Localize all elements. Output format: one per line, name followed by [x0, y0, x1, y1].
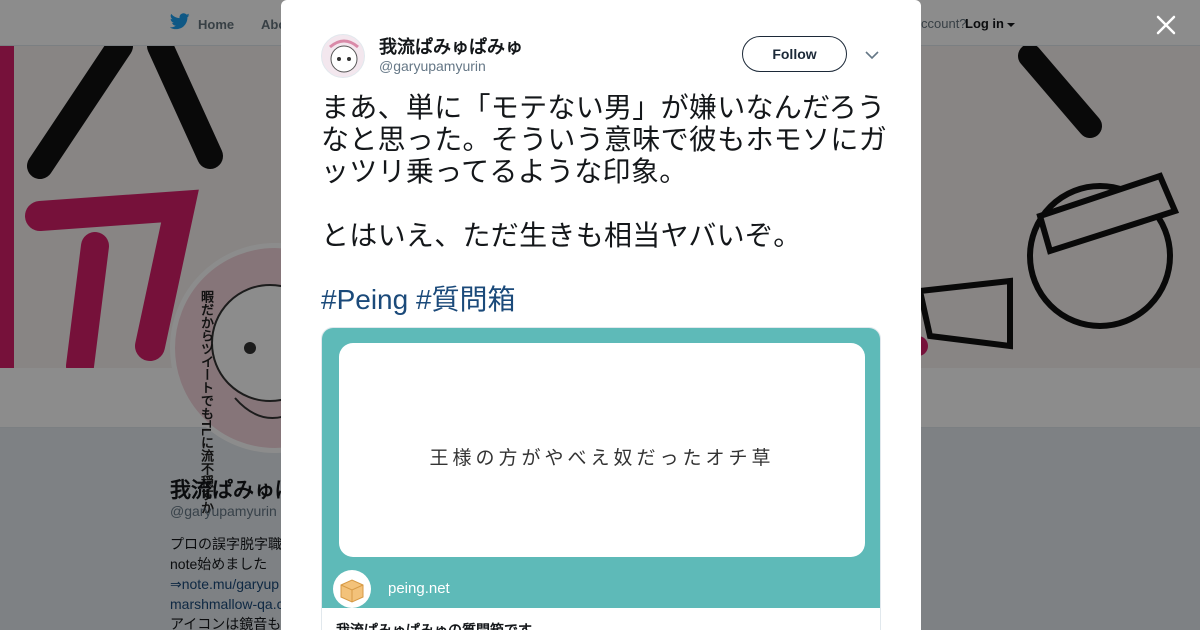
tweet-text: まあ、単に「モテない男」が嫌いなんだろうなと思った。そういう意味で彼もホモソにガ… [321, 92, 888, 251]
peing-box-icon [333, 570, 371, 608]
tweet-author-avatar[interactable] [321, 34, 365, 78]
card-image: 王様の方がやべえ奴だったオチ草 peing.net [322, 328, 880, 608]
link-card[interactable]: 王様の方がやべえ奴だったオチ草 peing.net 我流ぱみゅぱみゅの質問箱です [321, 327, 881, 630]
follow-button[interactable]: Follow [742, 36, 847, 72]
chevron-down-icon[interactable] [864, 47, 880, 63]
tweet-modal: 我流ぱみゅぱみゅ @garyupamyurin Follow まあ、単に「モテな… [281, 0, 921, 630]
close-icon[interactable] [1154, 13, 1178, 37]
hashtag-link[interactable]: #Peing [321, 284, 408, 315]
hashtag-link[interactable]: #質問箱 [416, 284, 516, 315]
card-question-text: 王様の方がやべえ奴だったオチ草 [429, 447, 775, 469]
tweet-author-name[interactable]: 我流ぱみゅぱみゅ [379, 33, 523, 59]
tweet-author-handle[interactable]: @garyupamyurin [379, 58, 486, 74]
card-question-panel: 王様の方がやべえ奴だったオチ草 [339, 343, 865, 557]
tweet-hashtags: #Peing #質問箱 [321, 284, 516, 316]
author-avatar-illustration [329, 39, 359, 73]
card-title: 我流ぱみゅぱみゅの質問箱です [336, 622, 532, 630]
card-domain: peing.net [388, 580, 450, 597]
